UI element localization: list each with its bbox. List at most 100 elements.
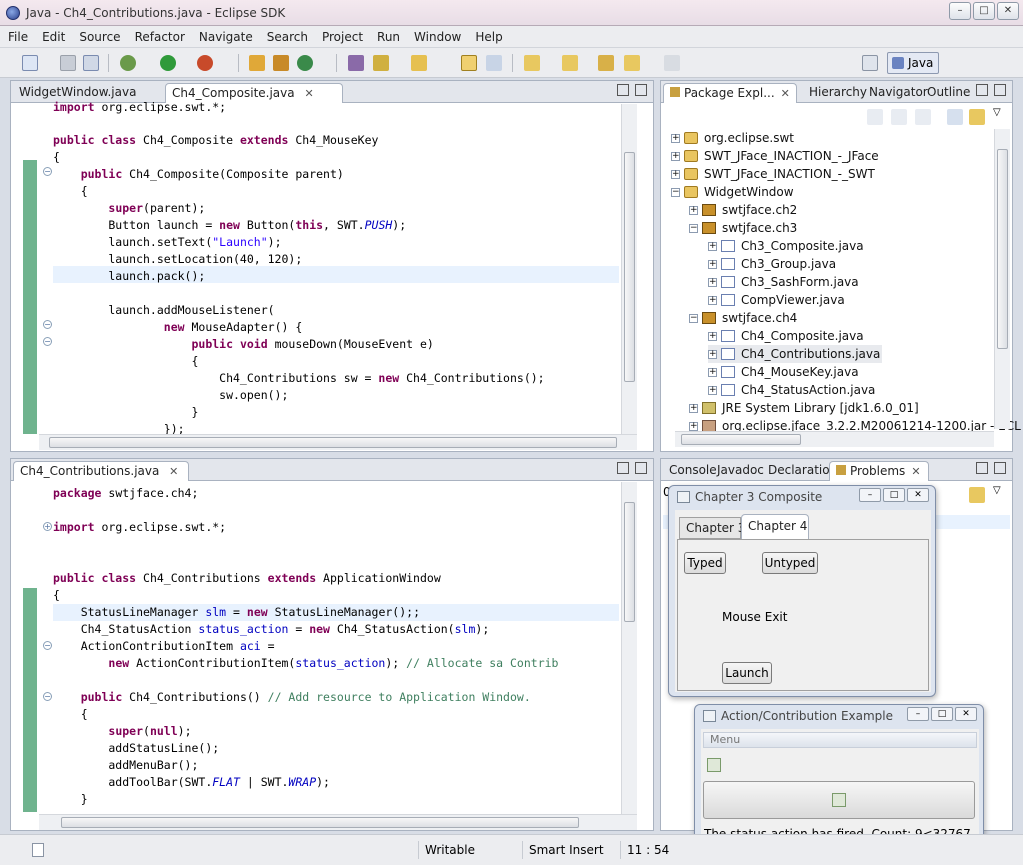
forward-icon[interactable] <box>664 55 680 71</box>
view-menu-icon[interactable]: ▽ <box>993 485 1001 496</box>
minimize-view-icon[interactable] <box>617 84 629 96</box>
maximize-view-icon[interactable] <box>635 84 647 96</box>
vertical-scrollbar[interactable] <box>621 104 637 434</box>
minimize-view-icon[interactable] <box>976 84 988 96</box>
close-tab-icon[interactable]: ✕ <box>911 465 920 478</box>
maximize-view-icon[interactable] <box>635 462 647 474</box>
prev-annotation-icon[interactable] <box>562 55 578 71</box>
fold-icon[interactable]: − <box>43 320 52 329</box>
search-icon[interactable] <box>373 55 389 71</box>
new-icon[interactable] <box>22 55 38 71</box>
menu-search[interactable]: Search <box>267 30 308 44</box>
tree-item[interactable]: + Ch4_Composite.java <box>708 327 864 345</box>
status-action-button[interactable] <box>703 781 975 819</box>
tab-ch4-contributions[interactable]: Ch4_Contributions.java ✕ <box>13 461 189 481</box>
tree-item[interactable]: + Ch3_SashForm.java <box>708 273 859 291</box>
tree-item[interactable]: + SWT_JFace_INACTION_-_JFace <box>671 147 879 165</box>
new-package-icon[interactable] <box>273 55 289 71</box>
tree-item[interactable]: − WidgetWindow <box>671 183 794 201</box>
scroll-thumb[interactable] <box>49 437 617 448</box>
horizontal-scrollbar[interactable] <box>39 814 637 830</box>
scroll-thumb[interactable] <box>624 152 635 382</box>
tab-console[interactable]: Console <box>663 461 717 481</box>
save-icon[interactable] <box>60 55 76 71</box>
fold-icon[interactable]: − <box>43 692 52 701</box>
maximize-button[interactable]: □ <box>931 707 953 721</box>
new-project-icon[interactable] <box>249 55 265 71</box>
tree-item[interactable]: + CompViewer.java <box>708 291 845 309</box>
tab-chapter-3[interactable]: Chapter 3 <box>679 517 745 539</box>
minimize-view-icon[interactable] <box>976 462 988 474</box>
tab-hierarchy[interactable]: Hierarchy <box>803 83 867 103</box>
scroll-thumb[interactable] <box>681 434 801 445</box>
horizontal-scrollbar[interactable] <box>39 434 637 450</box>
tab-navigator[interactable]: Navigator <box>863 83 928 103</box>
tree-item-selected[interactable]: + Ch4_Contributions.java <box>708 345 883 363</box>
close-button[interactable]: ✕ <box>907 488 929 502</box>
tab-declaration[interactable]: Declaration <box>762 461 837 481</box>
fold-icon[interactable]: − <box>43 641 52 650</box>
new-class-icon[interactable] <box>297 55 313 71</box>
horizontal-scrollbar[interactable] <box>675 431 994 447</box>
menu-menu[interactable]: Menu <box>710 733 740 746</box>
open-perspective-icon[interactable] <box>862 55 878 71</box>
menu-window[interactable]: Window <box>414 30 461 44</box>
collapse-all-icon[interactable] <box>947 109 963 125</box>
code-area-top[interactable]: import org.eclipse.swt.*; public class C… <box>53 100 545 436</box>
tab-package-explorer[interactable]: Package Expl... ✕ <box>663 83 797 103</box>
close-tab-icon[interactable]: ✕ <box>304 87 313 100</box>
untyped-button[interactable]: Untyped <box>762 552 818 574</box>
close-button[interactable]: ✕ <box>955 707 977 721</box>
minimize-button[interactable]: – <box>859 488 881 502</box>
back-icon[interactable] <box>624 55 640 71</box>
menu-help[interactable]: Help <box>475 30 502 44</box>
fold-icon[interactable]: − <box>43 167 52 176</box>
tree-item[interactable]: + SWT_JFace_INACTION_-_SWT <box>671 165 875 183</box>
tab-outline[interactable]: Outline <box>921 83 970 103</box>
link-editor-icon[interactable] <box>969 109 985 125</box>
filter-icon[interactable] <box>969 487 985 503</box>
minimize-view-icon[interactable] <box>617 462 629 474</box>
tree-item[interactable]: − swtjface.ch4 <box>689 309 797 327</box>
close-tab-icon[interactable]: ✕ <box>781 87 790 100</box>
run-icon[interactable] <box>160 55 176 71</box>
next-annotation-icon[interactable] <box>524 55 540 71</box>
status-action-icon[interactable] <box>707 758 721 772</box>
menu-source[interactable]: Source <box>79 30 120 44</box>
close-button[interactable]: ✕ <box>997 2 1019 20</box>
tree-item[interactable]: + Ch4_MouseKey.java <box>708 363 859 381</box>
launch-button[interactable]: Launch <box>722 662 772 684</box>
open-folder-icon[interactable] <box>411 55 427 71</box>
scroll-thumb[interactable] <box>997 149 1008 349</box>
view-menu-icon[interactable]: ▽ <box>993 107 1001 118</box>
minimize-button[interactable]: – <box>907 707 929 721</box>
debug-icon[interactable] <box>120 55 136 71</box>
typed-button[interactable]: Typed <box>684 552 726 574</box>
print-icon[interactable] <box>83 55 99 71</box>
vertical-scrollbar[interactable] <box>994 129 1010 429</box>
close-tab-icon[interactable]: ✕ <box>169 465 178 478</box>
tab-chapter-4[interactable]: Chapter 4 <box>741 514 809 539</box>
fold-icon[interactable]: − <box>43 337 52 346</box>
expand-icon[interactable]: + <box>43 522 52 531</box>
menu-file[interactable]: File <box>8 30 28 44</box>
scroll-thumb[interactable] <box>624 502 635 622</box>
fast-view-icon[interactable] <box>32 843 44 857</box>
scroll-thumb[interactable] <box>61 817 579 828</box>
tree-item[interactable]: + Ch4_StatusAction.java <box>708 381 875 399</box>
tree-item[interactable]: + JRE System Library [jdk1.6.0_01] <box>689 399 919 417</box>
tree-item[interactable]: + swtjface.ch2 <box>689 201 797 219</box>
tab-javadoc[interactable]: Javadoc <box>711 461 764 481</box>
java-perspective-button[interactable]: Java <box>887 52 939 74</box>
tree-item[interactable]: + Ch3_Composite.java <box>708 237 864 255</box>
open-type-icon[interactable] <box>348 55 364 71</box>
menu-project[interactable]: Project <box>322 30 363 44</box>
menu-run[interactable]: Run <box>377 30 400 44</box>
menu-refactor[interactable]: Refactor <box>135 30 185 44</box>
menu-navigate[interactable]: Navigate <box>199 30 253 44</box>
tree-item[interactable]: + Ch3_Group.java <box>708 255 836 273</box>
menu-edit[interactable]: Edit <box>42 30 65 44</box>
minimize-button[interactable]: – <box>949 2 971 20</box>
forward-icon[interactable] <box>891 109 907 125</box>
maximize-view-icon[interactable] <box>994 84 1006 96</box>
